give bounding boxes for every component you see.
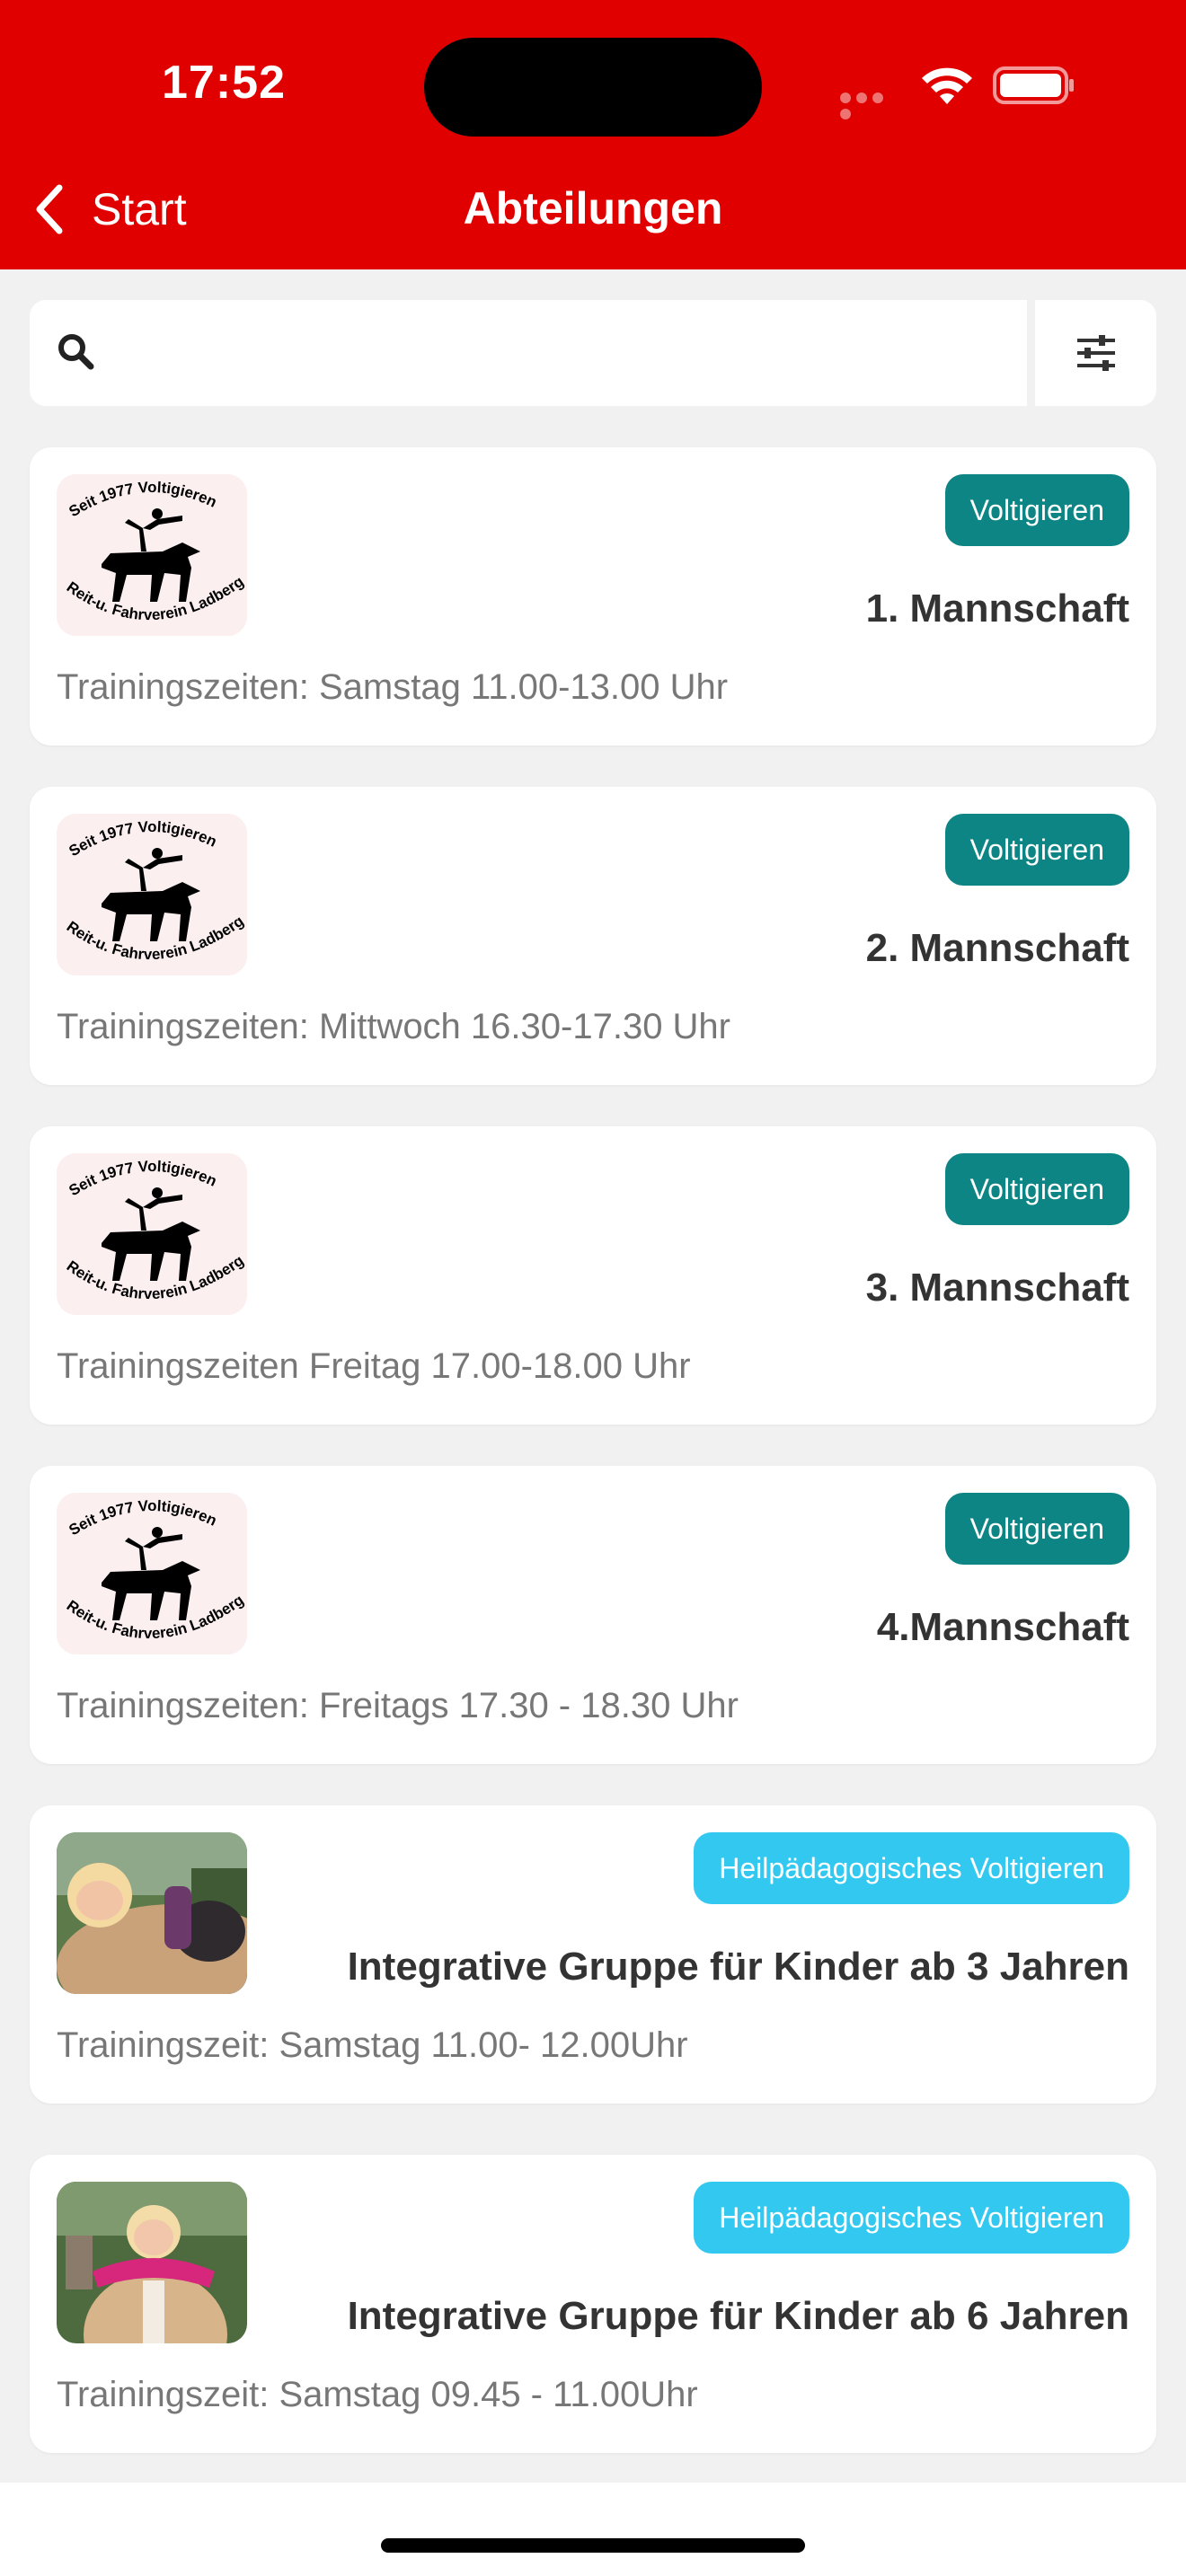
category-badge: Voltigieren (944, 1153, 1129, 1225)
category-badge: Heilpädagogisches Voltigieren (694, 2182, 1129, 2254)
wifi-icon (922, 67, 972, 104)
card-title: 2. Mannschaft (865, 926, 1129, 970)
cellular-signal-icon (840, 92, 903, 119)
group-photo (57, 1832, 247, 1994)
search-icon (58, 334, 94, 370)
dynamic-island (424, 38, 762, 137)
sliders-icon (1076, 335, 1115, 371)
category-badge: Heilpädagogisches Voltigieren (694, 1832, 1129, 1904)
home-indicator[interactable] (381, 2538, 805, 2553)
page-title: Abteilungen (463, 183, 723, 234)
card-training-times: Trainingszeiten: Freitags 17.30 - 18.30 … (57, 1686, 739, 1725)
category-badge: Voltigieren (944, 1493, 1129, 1565)
logo-image: Seit 1977 Voltigieren Reit-u. Fahrverein… (57, 1153, 247, 1315)
card-title: 4.Mannschaft (876, 1605, 1129, 1649)
bottom-safe-area (0, 2483, 1186, 2576)
department-card[interactable]: Seit 1977 Voltigieren Reit-u. Fahrverein… (30, 447, 1156, 745)
logo-image: Seit 1977 Voltigieren Reit-u. Fahrverein… (57, 814, 247, 975)
battery-icon (993, 66, 1074, 104)
group-photo (57, 2182, 247, 2343)
app-header: 17:52 Start Abteilungen (0, 0, 1186, 269)
card-training-times: Trainingszeit: Samstag 09.45 - 11.00Uhr (57, 2375, 698, 2414)
department-card[interactable]: Seit 1977 Voltigieren Reit-u. Fahrverein… (30, 1466, 1156, 1764)
filter-button[interactable] (1035, 300, 1156, 406)
department-card[interactable]: Seit 1977 Voltigieren Reit-u. Fahrverein… (30, 787, 1156, 1085)
logo-image: Seit 1977 Voltigieren Reit-u. Fahrverein… (57, 1493, 247, 1654)
card-training-times: Trainingszeiten: Samstag 11.00-13.00 Uhr (57, 667, 729, 707)
card-title: Integrative Gruppe für Kinder ab 3 Jahre… (347, 1945, 1129, 1989)
card-title: Integrative Gruppe für Kinder ab 6 Jahre… (347, 2294, 1129, 2338)
category-badge: Voltigieren (944, 814, 1129, 886)
search-input[interactable] (128, 318, 991, 388)
search-bar (30, 300, 1027, 406)
card-training-times: Trainingszeiten Freitag 17.00-18.00 Uhr (57, 1346, 691, 1386)
department-card[interactable]: Heilpädagogisches Voltigieren Integrativ… (30, 1805, 1156, 2104)
department-card[interactable]: Seit 1977 Voltigieren Reit-u. Fahrverein… (30, 1126, 1156, 1425)
card-title: 3. Mannschaft (865, 1266, 1129, 1310)
card-training-times: Trainingszeit: Samstag 11.00- 12.00Uhr (57, 2025, 688, 2065)
status-time: 17:52 (162, 57, 286, 109)
card-title: 1. Mannschaft (865, 587, 1129, 631)
card-training-times: Trainingszeiten: Mittwoch 16.30-17.30 Uh… (57, 1007, 730, 1046)
department-card[interactable]: Heilpädagogisches Voltigieren Integrativ… (30, 2155, 1156, 2453)
logo-image: Seit 1977 Voltigieren Reit-u. Fahrverein… (57, 474, 247, 636)
category-badge: Voltigieren (944, 474, 1129, 546)
